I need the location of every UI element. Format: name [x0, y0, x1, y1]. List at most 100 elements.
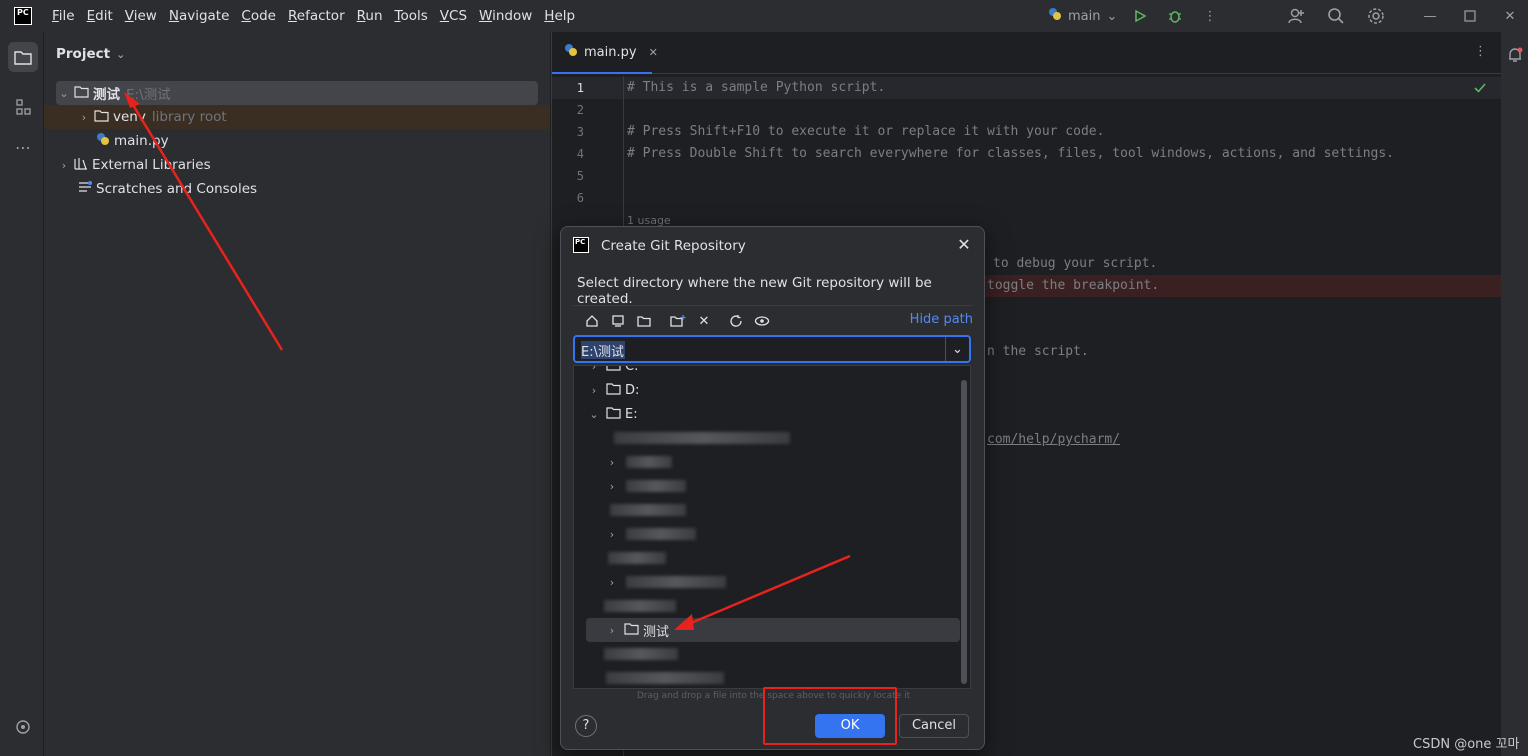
refresh-icon[interactable]	[727, 312, 745, 330]
menu-file[interactable]: File	[46, 0, 81, 32]
tree-item-venv[interactable]: › venv library root	[44, 105, 550, 129]
menu-view[interactable]: View	[119, 0, 163, 32]
settings-gear-icon[interactable]	[1366, 6, 1386, 26]
dir-tree-item-redacted[interactable]: ›	[574, 450, 960, 474]
dir-tree-item-redacted[interactable]: ›	[574, 474, 960, 498]
code-line[interactable]: toggle the breakpoint.	[987, 278, 1159, 293]
tree-item-scratches[interactable]: Scratches and Consoles	[78, 177, 257, 201]
dir-tree-item-d[interactable]: › D:	[574, 378, 960, 402]
more-actions-icon[interactable]: ⋮	[1200, 6, 1220, 26]
hide-path-link[interactable]: Hide path	[910, 312, 973, 327]
close-window-icon[interactable]: ✕	[1500, 6, 1520, 26]
project-folder-icon[interactable]	[635, 312, 653, 330]
branch-selector[interactable]: main ⌄	[1048, 0, 1117, 32]
pycharm-logo-icon: PC	[14, 7, 32, 25]
cancel-button[interactable]: Cancel	[899, 714, 969, 738]
code-line[interactable]: # Press Shift+F10 to execute it or repla…	[627, 124, 1104, 139]
directory-tree: › C: › D: ⌄ E: › › › › › 测试	[573, 365, 971, 689]
file-chooser-toolbar: ✕ Hide path	[573, 305, 973, 333]
editor-more-icon[interactable]: ⋮	[1474, 44, 1487, 59]
chevron-right-icon: ›	[591, 365, 597, 373]
path-input[interactable]	[579, 340, 939, 360]
dir-tree-item-redacted[interactable]	[574, 642, 960, 666]
folder-icon	[606, 382, 621, 399]
dir-tree-item-redacted[interactable]: ›	[574, 522, 960, 546]
minimize-icon[interactable]: —	[1420, 6, 1440, 26]
tree-item-external-libraries[interactable]: › External Libraries	[56, 153, 211, 177]
line-number: 5	[576, 169, 584, 183]
project-panel: Project ⌄ ⌄ 测试 E:\测试 › venv library root…	[44, 32, 550, 756]
chevron-right-icon: ›	[81, 110, 87, 124]
dir-tree-item-c[interactable]: › C:	[574, 365, 960, 378]
close-icon[interactable]: ✕	[954, 235, 974, 255]
create-git-repository-dialog: PC Create Git Repository ✕ Select direct…	[560, 226, 985, 750]
tree-item-main-py[interactable]: main.py	[96, 129, 169, 153]
dir-label: E:	[625, 406, 638, 422]
dir-tree-item-target[interactable]: › 测试	[586, 618, 960, 642]
tree-item-label: main.py	[114, 133, 169, 149]
menu-navigate[interactable]: Navigate	[163, 0, 236, 32]
line-number: 6	[576, 191, 584, 205]
project-tool-icon[interactable]	[8, 42, 38, 72]
code-line[interactable]: to debug your script.	[993, 256, 1157, 271]
line-number: 3	[576, 125, 584, 139]
chevron-down-icon: ⌄	[589, 407, 599, 421]
dir-tree-item-redacted[interactable]	[574, 666, 960, 688]
search-icon[interactable]	[1326, 6, 1346, 26]
add-user-icon[interactable]	[1286, 6, 1306, 26]
menu-help[interactable]: Help	[538, 0, 581, 32]
project-header-label: Project	[56, 46, 111, 62]
menu-window[interactable]: Window	[473, 0, 538, 32]
dir-tree-item-redacted[interactable]	[574, 426, 960, 450]
maximize-icon[interactable]	[1460, 6, 1480, 26]
help-button[interactable]: ?	[575, 715, 597, 737]
project-panel-header[interactable]: Project ⌄	[56, 46, 125, 62]
chevron-right-icon: ›	[591, 383, 597, 397]
folder-icon	[624, 622, 639, 639]
dialog-title: Create Git Repository	[601, 238, 746, 254]
menu-run[interactable]: Run	[351, 0, 389, 32]
menu-refactor[interactable]: Refactor	[282, 0, 351, 32]
menu-code[interactable]: Code	[235, 0, 282, 32]
home-icon[interactable]	[583, 312, 601, 330]
python-file-icon	[96, 132, 110, 150]
code-link[interactable]: com/help/pycharm/	[987, 432, 1120, 447]
chevron-down-icon[interactable]: ⌄	[945, 337, 969, 361]
vertical-scrollbar[interactable]	[961, 380, 967, 684]
path-combobox[interactable]: ⌄	[573, 335, 971, 363]
tab-label: main.py	[584, 44, 637, 60]
tree-item-project-root[interactable]: ⌄ 测试 E:\测试	[56, 81, 538, 105]
code-line[interactable]: n the script.	[987, 344, 1089, 359]
more-tools-icon[interactable]: ⋯	[8, 132, 38, 162]
structure-tool-icon[interactable]	[8, 92, 38, 122]
chevron-down-icon: ⌄	[116, 47, 126, 61]
desktop-icon[interactable]	[609, 312, 627, 330]
inspection-ok-icon[interactable]	[1474, 82, 1486, 97]
delete-icon[interactable]: ✕	[695, 312, 713, 330]
chevron-right-icon: ›	[61, 158, 67, 172]
code-line[interactable]: # This is a sample Python script.	[627, 80, 885, 95]
notifications-bell-icon[interactable]	[1506, 46, 1524, 68]
code-line[interactable]: # Press Double Shift to search everywher…	[627, 146, 1394, 161]
branch-label: main	[1068, 8, 1101, 24]
dir-tree-item-redacted[interactable]: ›	[574, 570, 960, 594]
python-file-icon	[564, 43, 578, 61]
run-icon[interactable]	[1130, 6, 1150, 26]
show-hidden-files-icon[interactable]	[753, 312, 771, 330]
dir-tree-item-e[interactable]: ⌄ E:	[574, 402, 960, 426]
tab-main-py[interactable]: main.py ✕	[552, 32, 658, 74]
debug-icon[interactable]	[1165, 6, 1185, 26]
menu-tools[interactable]: Tools	[389, 0, 434, 32]
dir-tree-item-redacted[interactable]	[574, 594, 960, 618]
dir-label: D:	[625, 382, 640, 398]
python-packages-icon[interactable]	[8, 712, 38, 742]
dir-tree-item-redacted[interactable]	[574, 498, 960, 522]
tree-item-path: E:\测试	[126, 87, 171, 103]
menu-vcs[interactable]: VCS	[434, 0, 473, 32]
menu-edit[interactable]: Edit	[81, 0, 119, 32]
close-tab-icon[interactable]: ✕	[649, 46, 658, 59]
dir-tree-item-redacted[interactable]	[574, 546, 960, 570]
line-number: 1	[576, 81, 584, 95]
new-folder-icon[interactable]	[669, 312, 687, 330]
title-bar: PC File Edit View Navigate Code Refactor…	[0, 0, 1528, 32]
